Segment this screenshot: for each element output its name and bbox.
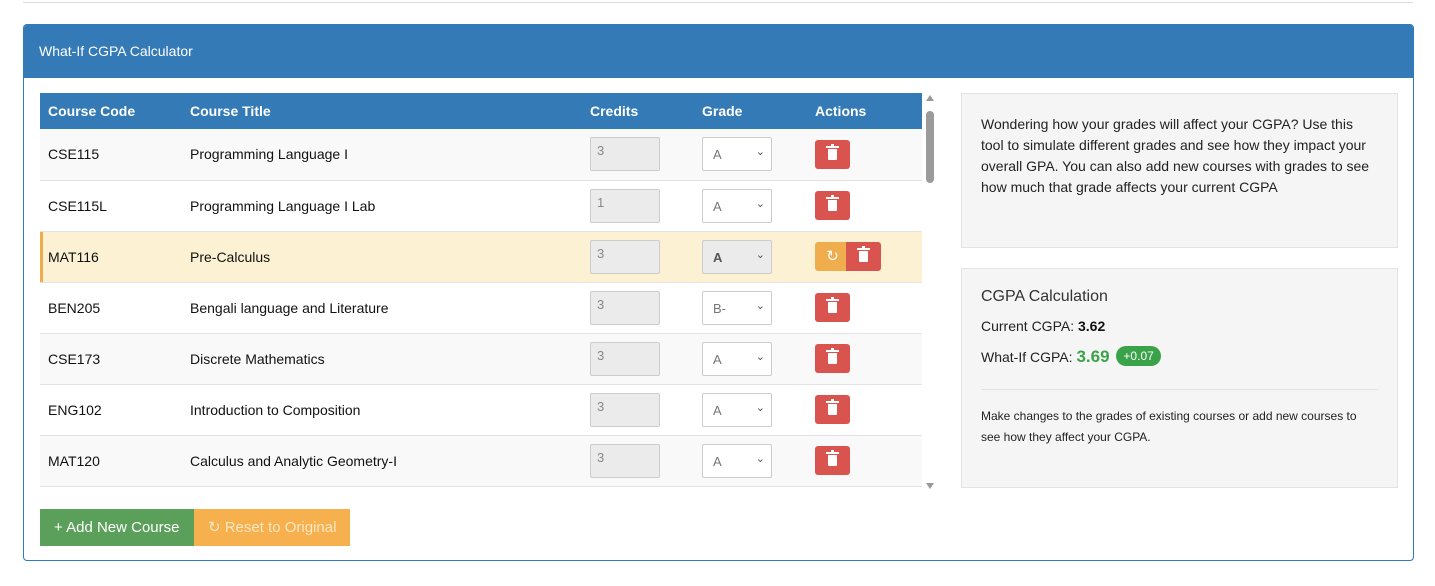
trash-icon xyxy=(826,297,839,313)
grade-value: A xyxy=(713,147,722,163)
grade-value: A xyxy=(713,351,722,367)
chevron-down-icon: ⌄ xyxy=(755,197,765,210)
chevron-down-icon: ⌄ xyxy=(755,299,765,312)
credits-input[interactable]: 3 xyxy=(590,290,660,325)
grade-select[interactable]: A ⌄ xyxy=(702,188,772,223)
footer-actions: + Add New Course ↻ Reset to Original xyxy=(40,509,351,546)
info-box: Wondering how your grades will affect yo… xyxy=(961,93,1398,248)
course-title: Discrete Mathematics xyxy=(190,350,325,367)
delete-button[interactable] xyxy=(815,395,850,424)
grade-select[interactable]: A ⌄ xyxy=(702,341,772,376)
chevron-down-icon: ⌄ xyxy=(755,146,765,159)
header-course-title: Course Title xyxy=(190,103,271,119)
delete-button[interactable] xyxy=(815,446,850,475)
scroll-down-arrow-icon[interactable] xyxy=(926,483,934,489)
course-code: MAT120 xyxy=(48,452,100,469)
header-credits: Credits xyxy=(590,103,639,119)
course-title: Programming Language I xyxy=(190,146,348,163)
whatif-cgpa-value: 3.69 xyxy=(1076,347,1110,366)
trash-icon xyxy=(826,450,839,466)
add-course-button[interactable]: + Add New Course xyxy=(40,509,194,546)
course-code: BEN205 xyxy=(48,299,101,316)
header-course-code: Course Code xyxy=(48,103,136,119)
top-divider xyxy=(23,2,1413,3)
current-cgpa: Current CGPA: 3.62 xyxy=(981,318,1378,334)
delete-button[interactable] xyxy=(815,139,850,169)
courses-table: Course Code Course Title Credits Grade A… xyxy=(40,93,922,487)
calc-title: CGPA Calculation xyxy=(981,288,1108,305)
delete-button[interactable] xyxy=(815,293,850,322)
table-header-row: Course Code Course Title Credits Grade A… xyxy=(40,93,922,129)
credits-input[interactable]: 3 xyxy=(590,443,660,478)
trash-icon xyxy=(857,246,870,262)
table-row: CSE173 Discrete Mathematics 3 A ⌄ xyxy=(40,333,922,384)
grade-select[interactable]: A ⌄ xyxy=(702,443,772,478)
credits-input[interactable]: 3 xyxy=(590,239,660,274)
current-cgpa-label: Current CGPA: xyxy=(981,318,1075,334)
courses-table-container: Course Code Course Title Credits Grade A… xyxy=(40,93,922,489)
table-scrollbar[interactable] xyxy=(924,93,936,491)
delta-badge: +0.07 xyxy=(1116,346,1161,366)
credits-input[interactable]: 3 xyxy=(590,392,660,427)
table-row: MAT120 Calculus and Analytic Geometry-I … xyxy=(40,435,922,486)
course-title: Calculus and Analytic Geometry-I xyxy=(190,452,397,469)
header-grade: Grade xyxy=(702,103,743,119)
calc-note: Make changes to the grades of existing c… xyxy=(981,409,1357,444)
cgpa-calculation-box: CGPA Calculation Current CGPA: 3.62 What… xyxy=(961,268,1398,488)
course-code: MAT116 xyxy=(48,248,99,265)
grade-value: A xyxy=(713,198,722,214)
trash-icon xyxy=(826,348,839,364)
credits-input[interactable]: 3 xyxy=(590,341,660,376)
undo-button[interactable]: ↻ xyxy=(815,242,850,271)
grade-select[interactable]: A ⌄ xyxy=(702,239,772,274)
delete-button[interactable] xyxy=(815,191,850,220)
table-row: ENG102 Introduction to Composition 3 A ⌄ xyxy=(40,384,922,435)
info-text: Wondering how your grades will affect yo… xyxy=(981,116,1370,195)
grade-select[interactable]: B- ⌄ xyxy=(702,290,772,325)
table-row-modified: MAT116 Pre-Calculus 3 A ⌄ ↻ xyxy=(40,231,922,282)
course-code: CSE173 xyxy=(48,350,101,367)
scroll-up-arrow-icon[interactable] xyxy=(926,95,934,101)
current-cgpa-value: 3.62 xyxy=(1078,318,1106,334)
chevron-down-icon: ⌄ xyxy=(755,452,765,465)
chevron-down-icon: ⌄ xyxy=(755,248,765,261)
trash-icon xyxy=(826,195,839,211)
grade-value: A xyxy=(713,249,723,265)
grade-value: A xyxy=(713,402,722,418)
table-row: CSE115 Programming Language I 3 A ⌄ xyxy=(40,129,922,180)
credits-input[interactable]: 1 xyxy=(590,188,660,223)
chevron-down-icon: ⌄ xyxy=(755,350,765,363)
whatif-calculator-panel: What-If CGPA Calculator Course Code Cour… xyxy=(23,24,1414,561)
trash-icon xyxy=(826,143,839,160)
course-code: ENG102 xyxy=(48,401,102,418)
course-title: Introduction to Composition xyxy=(190,401,361,418)
grade-value: B- xyxy=(713,300,726,316)
panel-title: What-If CGPA Calculator xyxy=(24,25,1413,78)
table-row: BEN205 Bengali language and Literature 3… xyxy=(40,282,922,333)
credits-input[interactable]: 3 xyxy=(590,137,660,172)
scroll-thumb[interactable] xyxy=(926,111,934,183)
course-title: Programming Language I Lab xyxy=(190,197,376,214)
reset-button[interactable]: ↻ Reset to Original xyxy=(193,509,351,546)
header-actions: Actions xyxy=(815,103,867,119)
course-code: CSE115L xyxy=(48,197,107,214)
delete-button[interactable] xyxy=(846,242,881,271)
whatif-cgpa: What-If CGPA: 3.69 +0.07 xyxy=(981,346,1378,367)
divider xyxy=(981,389,1378,390)
whatif-cgpa-label: What-If CGPA: xyxy=(981,349,1073,365)
grade-select[interactable]: A ⌄ xyxy=(702,137,772,172)
trash-icon xyxy=(826,399,839,415)
refresh-icon: ↻ xyxy=(826,248,839,265)
table-row: CSE115L Programming Language I Lab 1 A ⌄ xyxy=(40,180,922,231)
delete-button[interactable] xyxy=(815,344,850,373)
course-title: Pre-Calculus xyxy=(190,248,271,265)
chevron-down-icon: ⌄ xyxy=(755,401,765,414)
course-code: CSE115 xyxy=(48,146,100,163)
grade-select[interactable]: A ⌄ xyxy=(702,392,772,427)
course-title: Bengali language and Literature xyxy=(190,299,389,316)
grade-value: A xyxy=(713,453,722,469)
